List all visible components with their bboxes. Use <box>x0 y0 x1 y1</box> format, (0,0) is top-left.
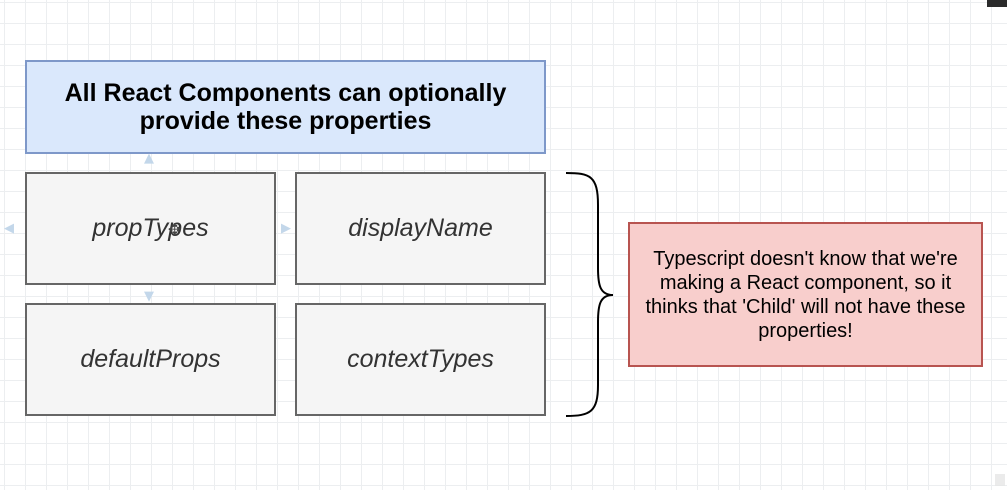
property-label-contexttypes: contextTypes <box>347 345 494 373</box>
diagram-title-box[interactable]: All React Components can optionally prov… <box>25 60 546 154</box>
property-box-displayname[interactable]: displayName <box>295 172 546 285</box>
watermark-icon <box>995 474 1005 486</box>
property-label-defaultprops: defaultProps <box>80 345 221 373</box>
connect-arrow-right-icon[interactable]: ▶ <box>281 222 291 235</box>
property-box-defaultprops[interactable]: defaultProps <box>25 303 276 416</box>
connect-arrow-up-icon[interactable]: ▲ <box>144 152 154 165</box>
typescript-note-text: Typescript doesn't know that we're makin… <box>645 247 966 342</box>
property-box-proptypes[interactable]: propTypes <box>25 172 276 285</box>
diagram-title-text: All React Components can optionally prov… <box>64 79 507 135</box>
typescript-note-box[interactable]: Typescript doesn't know that we're makin… <box>628 222 983 367</box>
connect-arrow-left-icon[interactable]: ◀ <box>4 222 14 235</box>
property-box-contexttypes[interactable]: contextTypes <box>295 303 546 416</box>
move-cursor-icon: ✥ <box>168 220 182 239</box>
connect-arrow-down-icon[interactable]: ▼ <box>144 290 154 303</box>
property-label-proptypes: propTypes <box>92 214 209 242</box>
window-corner-mark <box>987 0 1007 7</box>
property-label-displayname: displayName <box>348 214 493 242</box>
curly-brace-shape[interactable] <box>565 172 614 417</box>
